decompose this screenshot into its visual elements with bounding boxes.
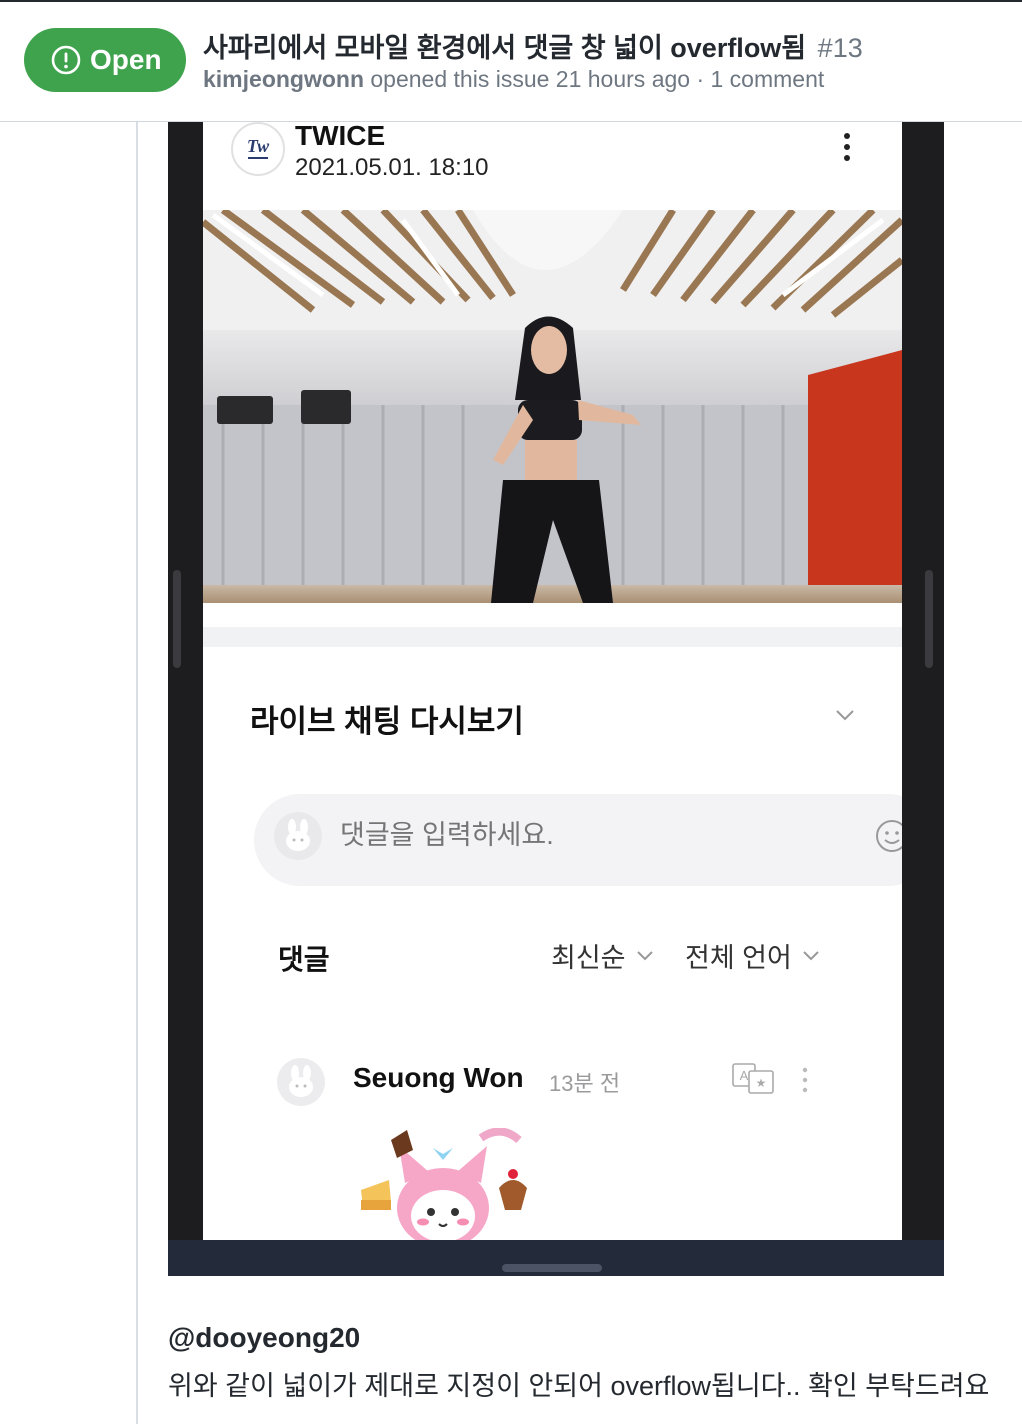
comment-body-text: 위와 같이 넓이가 제대로 지정이 안되어 overflow됩니다.. 확인 부… [168, 1371, 990, 1401]
language-label: 전체 언어 [685, 943, 792, 973]
user-avatar [274, 812, 322, 860]
screenshot-scroll-indicator-left [173, 570, 181, 668]
comment-input[interactable] [340, 820, 840, 851]
screenshot-scroll-indicator-right [925, 570, 933, 668]
issue-author-link[interactable]: kimjeongwonn [203, 66, 364, 92]
comments-label: 댓글 [278, 944, 330, 975]
issue-title: 사파리에서 모바일 환경에서 댓글 창 넓이 overflow됨 #13 [203, 26, 863, 65]
svg-text:★: ★ [756, 1076, 767, 1090]
issue-state-label: Open [90, 44, 162, 75]
issue-header: Open 사파리에서 모바일 환경에서 댓글 창 넓이 overflow됨 #1… [0, 0, 1022, 122]
language-dropdown[interactable]: 전체 언어 [685, 936, 820, 975]
sort-label: 최신순 [551, 943, 626, 973]
artist-name: TWICE [295, 122, 386, 151]
comment-input-box[interactable] [254, 794, 902, 886]
screenshot-screen: Tw TWICE 2021.05.01. 18:10 라이브 채팅 다시보기 댓… [203, 122, 902, 1240]
issue-meta: kimjeongwonn opened this issue 21 hours … [203, 66, 824, 93]
timeline-line [136, 122, 138, 1424]
section-divider [203, 627, 902, 647]
artist-avatar: Tw [231, 122, 285, 176]
kebab-icon [844, 133, 850, 161]
user-mention-link[interactable]: @dooyeong20 [168, 1322, 360, 1354]
translate-icon[interactable]: A ★ [731, 1062, 775, 1094]
issue-state-badge: Open [24, 28, 186, 92]
kebab-icon[interactable] [800, 1066, 810, 1094]
svg-text:A: A [740, 1068, 749, 1083]
screenshot-bottom-bar [168, 1240, 944, 1276]
twice-logo: Tw [247, 136, 270, 159]
issue-opened-icon [51, 45, 81, 75]
comment-time: 13분 전 [549, 1071, 621, 1096]
sort-dropdown[interactable]: 최신순 [551, 936, 654, 975]
commenter-name: Seuong Won [353, 1062, 524, 1093]
post-date: 2021.05.01. 18:10 [295, 154, 489, 181]
commenter-avatar [277, 1058, 325, 1106]
issue-title-text: 사파리에서 모바일 환경에서 댓글 창 넓이 overflow됨 [203, 33, 807, 63]
svg-text:Tw: Tw [247, 136, 270, 156]
bunny-avatar-icon [286, 819, 310, 851]
cat-sticker-image [361, 1128, 527, 1240]
emoji-icon[interactable] [874, 818, 902, 854]
video-frame [203, 210, 902, 603]
chevron-down-icon[interactable] [835, 708, 855, 722]
chat-replay-title: 라이브 채팅 다시보기 [250, 704, 524, 739]
bunny-avatar-icon [289, 1065, 313, 1097]
home-indicator [502, 1264, 602, 1272]
attached-screenshot: Tw TWICE 2021.05.01. 18:10 라이브 채팅 다시보기 댓… [168, 122, 944, 1276]
post-header: Tw TWICE 2021.05.01. 18:10 [203, 122, 902, 210]
issue-number: #13 [817, 33, 863, 63]
issue-meta-text: opened this issue 21 hours ago · 1 comme… [364, 66, 825, 92]
chevron-down-icon [803, 950, 819, 960]
chevron-down-icon [636, 950, 653, 960]
